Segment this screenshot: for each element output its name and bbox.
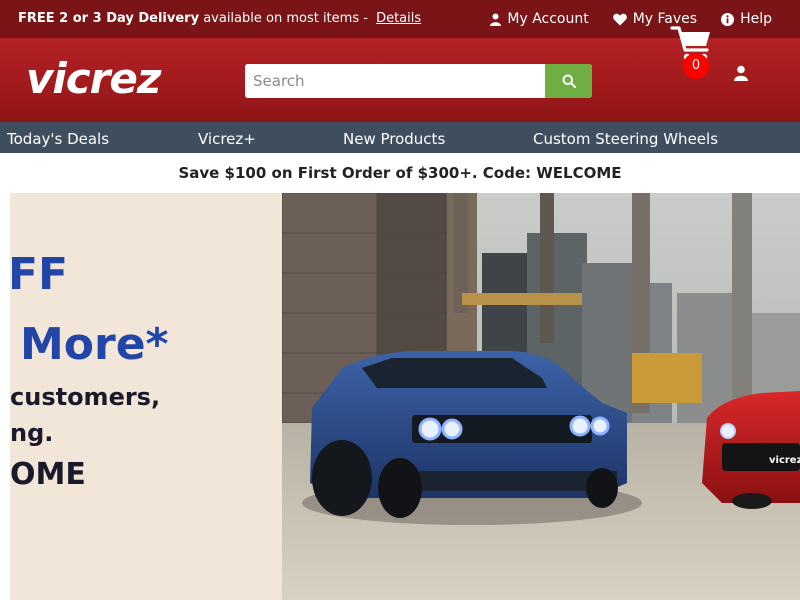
hero-subtext-1: customers,: [10, 383, 161, 411]
user-icon: [490, 13, 502, 26]
heart-icon: [612, 13, 627, 25]
nav-new-products[interactable]: New Products: [343, 130, 445, 148]
header-user-button[interactable]: [734, 65, 748, 85]
nav-custom-steering-wheels[interactable]: Custom Steering Wheels: [533, 130, 718, 148]
my-account-link[interactable]: My Account: [490, 11, 589, 27]
my-account-label: My Account: [507, 11, 589, 27]
coupon-banner[interactable]: Save $100 on First Order of $300+. Code:…: [0, 153, 800, 193]
delivery-promo: FREE 2 or 3 Day Delivery available on mo…: [18, 11, 421, 26]
search-button[interactable]: [545, 64, 592, 98]
details-link[interactable]: Details: [376, 11, 421, 26]
main-nav: Today's Deals Vicrez+ New Products Custo…: [0, 122, 800, 153]
account-links: My Account My Faves Help: [490, 11, 772, 27]
hero-headline-1: FF: [10, 249, 69, 300]
info-icon: [721, 12, 735, 26]
nav-vicrez-plus[interactable]: Vicrez+: [198, 130, 256, 148]
account-icon: [734, 65, 748, 81]
search-box: [245, 64, 592, 98]
vicrez-logo[interactable]: vicrez: [26, 56, 161, 102]
promo-text: available on most items -: [199, 11, 373, 26]
nav-todays-deals[interactable]: Today's Deals: [7, 130, 109, 148]
promo-bold-text: FREE 2 or 3 Day Delivery: [18, 11, 200, 26]
hero-headline-2: More*: [20, 319, 169, 370]
hero-banner[interactable]: FF More* customers, ng. OME vicrez: [0, 193, 800, 600]
hero-text-panel: FF More* customers, ng. OME: [10, 193, 282, 600]
help-link[interactable]: Help: [721, 11, 772, 27]
hero-subtext-2: ng.: [10, 419, 54, 447]
cart-count-badge: 0: [683, 53, 709, 79]
search-icon: [562, 74, 576, 88]
hero-code-text: OME: [10, 457, 86, 492]
help-label: Help: [740, 11, 772, 27]
svg-text:vicrez: vicrez: [769, 455, 800, 466]
search-input[interactable]: [245, 64, 545, 98]
hero-cars-image[interactable]: vicrez: [282, 193, 800, 600]
